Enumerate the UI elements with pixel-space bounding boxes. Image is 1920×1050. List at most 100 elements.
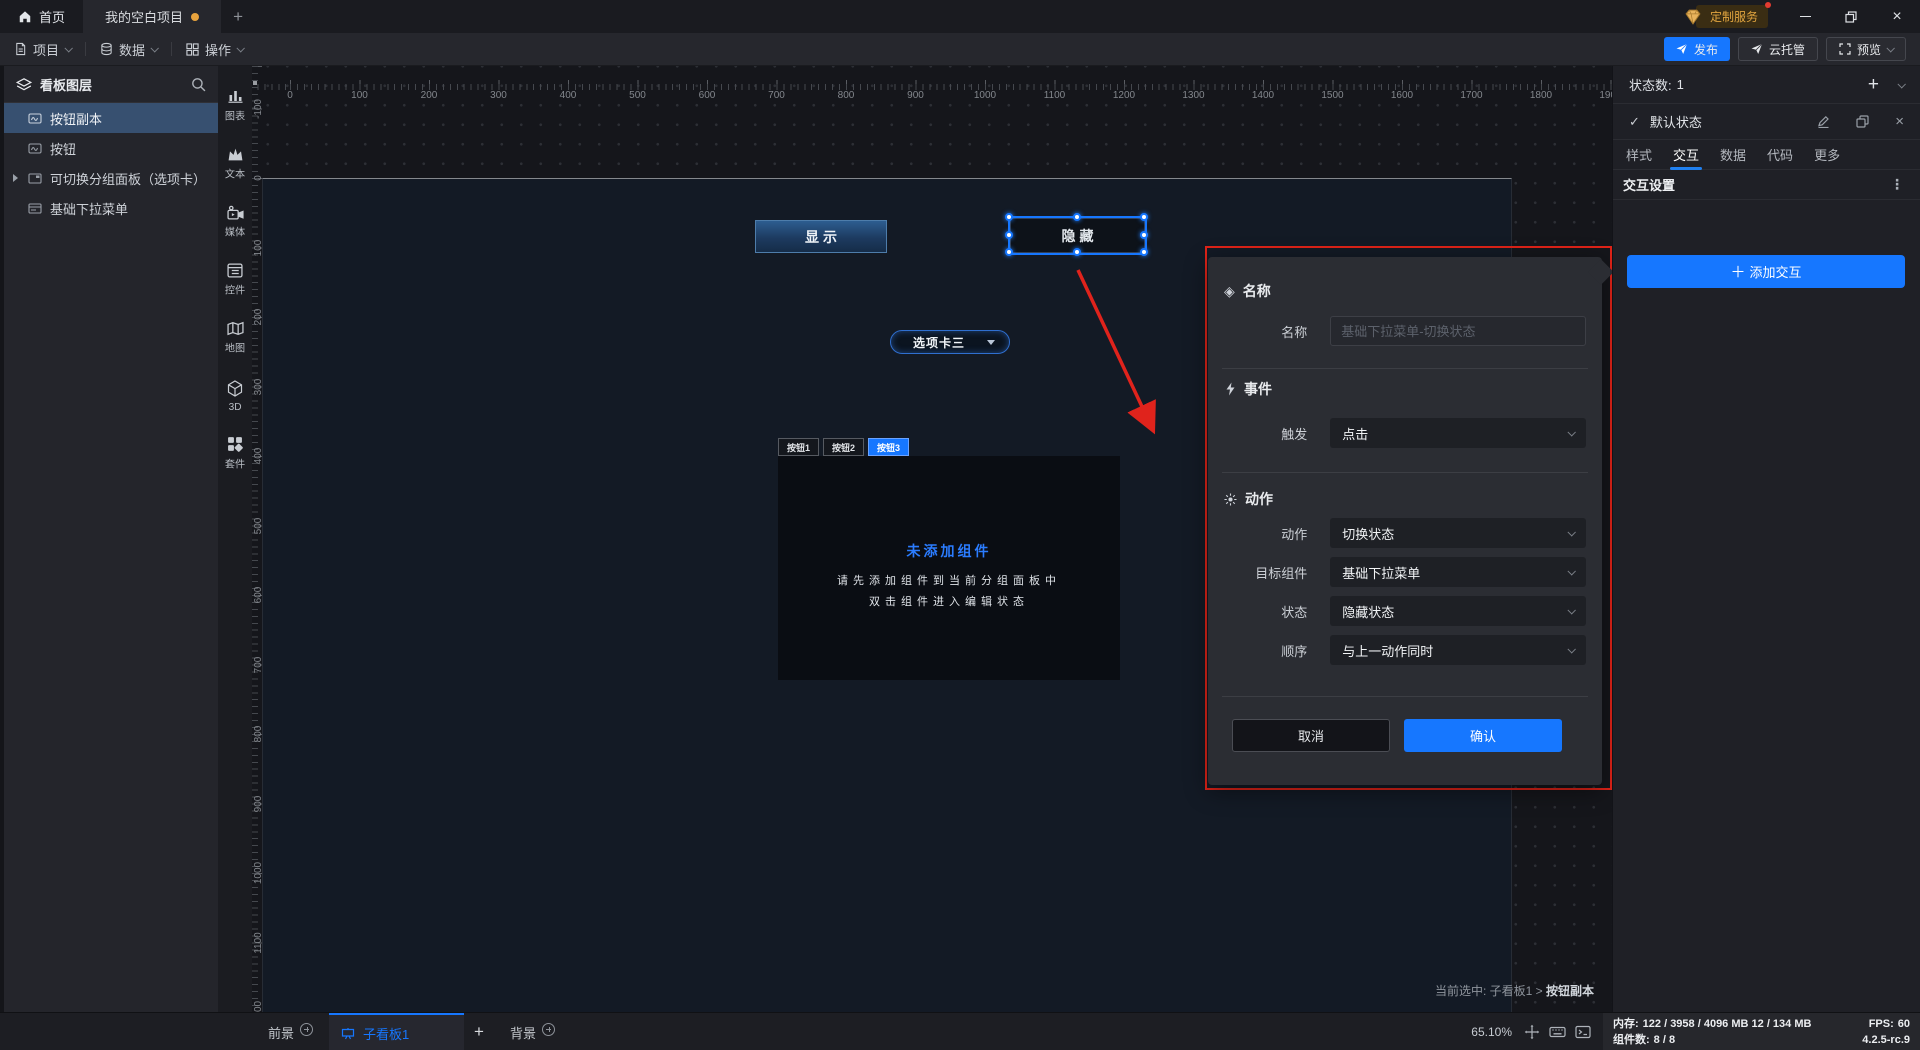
kebab-menu-icon[interactable]: ⋮ bbox=[1890, 176, 1904, 193]
home-button[interactable]: 首页 bbox=[0, 0, 83, 33]
menu-project[interactable]: 项目 bbox=[0, 33, 85, 66]
h-ruler-label: 1100 bbox=[1044, 90, 1066, 101]
selection-handle[interactable] bbox=[1005, 248, 1013, 256]
copy-state-button[interactable] bbox=[1856, 115, 1869, 128]
menu-operate[interactable]: 操作 bbox=[172, 33, 257, 66]
empty-state-line: 双击组件进入编辑状态 bbox=[778, 593, 1120, 609]
layer-item[interactable]: 按钮 bbox=[4, 133, 218, 163]
dropdown-component-icon bbox=[28, 203, 42, 214]
keyboard-shortcuts-button[interactable] bbox=[1549, 1025, 1566, 1039]
background-button[interactable]: 背景 bbox=[494, 1013, 571, 1050]
panel-tab[interactable]: 按钮3 bbox=[868, 438, 909, 456]
panel-tab[interactable]: 按钮2 bbox=[823, 438, 864, 456]
fit-screen-button[interactable] bbox=[1524, 1024, 1540, 1040]
hide-button-component[interactable]: 隐藏 bbox=[1010, 218, 1145, 253]
chevron-down-icon[interactable] bbox=[1897, 80, 1905, 88]
toolbox-item-label: 3D bbox=[229, 401, 242, 412]
toolbox-item[interactable]: 图表 bbox=[218, 84, 252, 128]
select-value: 与上一动作同时 bbox=[1342, 641, 1568, 660]
project-tab[interactable]: 我的空白项目 bbox=[83, 0, 221, 33]
layer-item[interactable]: 按钮副本 bbox=[4, 103, 218, 133]
cancel-button[interactable]: 取消 bbox=[1232, 719, 1390, 752]
toolbox-item-label: 文本 bbox=[225, 166, 245, 181]
selection-handle[interactable] bbox=[1005, 213, 1013, 221]
project-tab-label: 我的空白项目 bbox=[105, 7, 183, 26]
h-ruler-label: 100 bbox=[351, 90, 368, 101]
panel-tab[interactable]: 按钮1 bbox=[778, 438, 819, 456]
diamond-icon bbox=[1682, 7, 1704, 27]
select-value: 切换状态 bbox=[1342, 524, 1568, 543]
interaction-name-input[interactable] bbox=[1330, 316, 1586, 346]
h-ruler-label: 1700 bbox=[1460, 90, 1482, 101]
toolbox-item[interactable]: 控件 bbox=[218, 258, 252, 302]
states-count-label: 状态数: bbox=[1629, 75, 1672, 94]
restore-button[interactable] bbox=[1828, 0, 1874, 33]
select-field[interactable]: 隐藏状态 bbox=[1330, 596, 1586, 626]
preview-button[interactable]: 预览 bbox=[1826, 37, 1906, 61]
show-button-component[interactable]: 显示 bbox=[755, 220, 887, 253]
select-value: 点击 bbox=[1342, 424, 1568, 443]
minimize-button[interactable] bbox=[1782, 0, 1828, 33]
select-field[interactable]: 基础下拉菜单 bbox=[1330, 557, 1586, 587]
expand-arrow-icon[interactable] bbox=[13, 174, 18, 182]
toolbox-item[interactable]: 地图 bbox=[218, 316, 252, 360]
circle-plus-icon[interactable] bbox=[300, 1023, 313, 1036]
panel-tab-item[interactable]: 样式 bbox=[1623, 140, 1655, 170]
panel-tab-active[interactable]: 交互 bbox=[1670, 140, 1702, 170]
h-ruler-label: 400 bbox=[560, 90, 577, 101]
selection-handle[interactable] bbox=[1140, 231, 1148, 239]
panel-tab-item[interactable]: 数据 bbox=[1717, 140, 1749, 170]
paper-plane-icon bbox=[1751, 43, 1763, 55]
performance-stats: 内存:122 / 3958 / 4096 MB 12 / 134 MB FPS:… bbox=[1603, 1013, 1920, 1050]
confirm-button[interactable]: 确认 bbox=[1404, 719, 1562, 752]
close-button[interactable]: × bbox=[1874, 0, 1920, 33]
layer-item[interactable]: 基础下拉菜单 bbox=[4, 193, 218, 223]
h-ruler-label: 800 bbox=[838, 90, 855, 101]
v-ruler-label: 1000 bbox=[253, 853, 265, 893]
dropdown-component[interactable]: 选项卡三 bbox=[890, 330, 1010, 354]
panel-tab-item[interactable]: 更多 bbox=[1811, 140, 1843, 170]
select-field[interactable]: 与上一动作同时 bbox=[1330, 635, 1586, 665]
menu-operate-label: 操作 bbox=[205, 40, 231, 59]
selection-handle[interactable] bbox=[1005, 231, 1013, 239]
zoom-level[interactable]: 65.10% bbox=[1471, 1025, 1512, 1039]
new-tab-button[interactable]: + bbox=[221, 0, 255, 33]
selection-handle[interactable] bbox=[1073, 213, 1081, 221]
canvas-area[interactable]: 0100200300400500600700800900100011001200… bbox=[252, 66, 1612, 1012]
add-state-button[interactable]: + bbox=[1868, 75, 1879, 94]
state-panel: 状态数: 1 + ✓ 默认状态 × 样式交互数据代码更多 交互设置 ⋮ ＋ bbox=[1612, 66, 1920, 1012]
unsaved-dot-icon bbox=[191, 13, 199, 21]
cube-3d-icon bbox=[227, 380, 243, 397]
h-ruler-label: 1800 bbox=[1530, 90, 1552, 101]
toolbox-item[interactable]: 文本 bbox=[218, 142, 252, 186]
selection-handle[interactable] bbox=[1140, 248, 1148, 256]
add-board-button[interactable]: + bbox=[464, 1022, 494, 1042]
toolbox-item[interactable]: 媒体 bbox=[218, 200, 252, 244]
h-ruler-label: 1300 bbox=[1182, 90, 1204, 101]
minimize-icon bbox=[1800, 16, 1811, 18]
custom-service-button[interactable]: 定制服务 bbox=[1682, 5, 1768, 28]
delete-state-button[interactable]: × bbox=[1895, 113, 1904, 130]
foreground-button[interactable]: 前景 bbox=[252, 1013, 329, 1050]
toolbox-item[interactable]: 套件 bbox=[218, 432, 252, 476]
panel-tab-item[interactable]: 代码 bbox=[1764, 140, 1796, 170]
select-field[interactable]: 点击 bbox=[1330, 418, 1586, 448]
add-interaction-button[interactable]: ＋ 添加交互 bbox=[1627, 255, 1905, 288]
selection-handle[interactable] bbox=[1140, 213, 1148, 221]
publish-button[interactable]: 发布 bbox=[1664, 37, 1730, 61]
menu-data[interactable]: 数据 bbox=[86, 33, 171, 66]
home-icon bbox=[18, 10, 32, 24]
layer-item[interactable]: 可切换分组面板（选项卡） bbox=[4, 163, 218, 193]
search-icon[interactable] bbox=[191, 77, 206, 92]
console-button[interactable] bbox=[1575, 1025, 1591, 1039]
group-panel-component[interactable]: 未添加组件 请先添加组件到当前分组面板中 双击组件进入编辑状态 bbox=[778, 456, 1120, 680]
selection-handle[interactable] bbox=[1073, 248, 1081, 256]
select-field[interactable]: 切换状态 bbox=[1330, 518, 1586, 548]
edit-state-button[interactable] bbox=[1817, 115, 1830, 128]
circle-plus-icon[interactable] bbox=[542, 1023, 555, 1036]
publish-label: 发布 bbox=[1694, 41, 1718, 58]
toolbox-item[interactable]: 3D bbox=[218, 374, 252, 418]
toolbox-item-label: 控件 bbox=[225, 282, 245, 297]
board-tab[interactable]: 子看板1 bbox=[329, 1013, 464, 1050]
cloud-host-button[interactable]: 云托管 bbox=[1738, 37, 1818, 61]
